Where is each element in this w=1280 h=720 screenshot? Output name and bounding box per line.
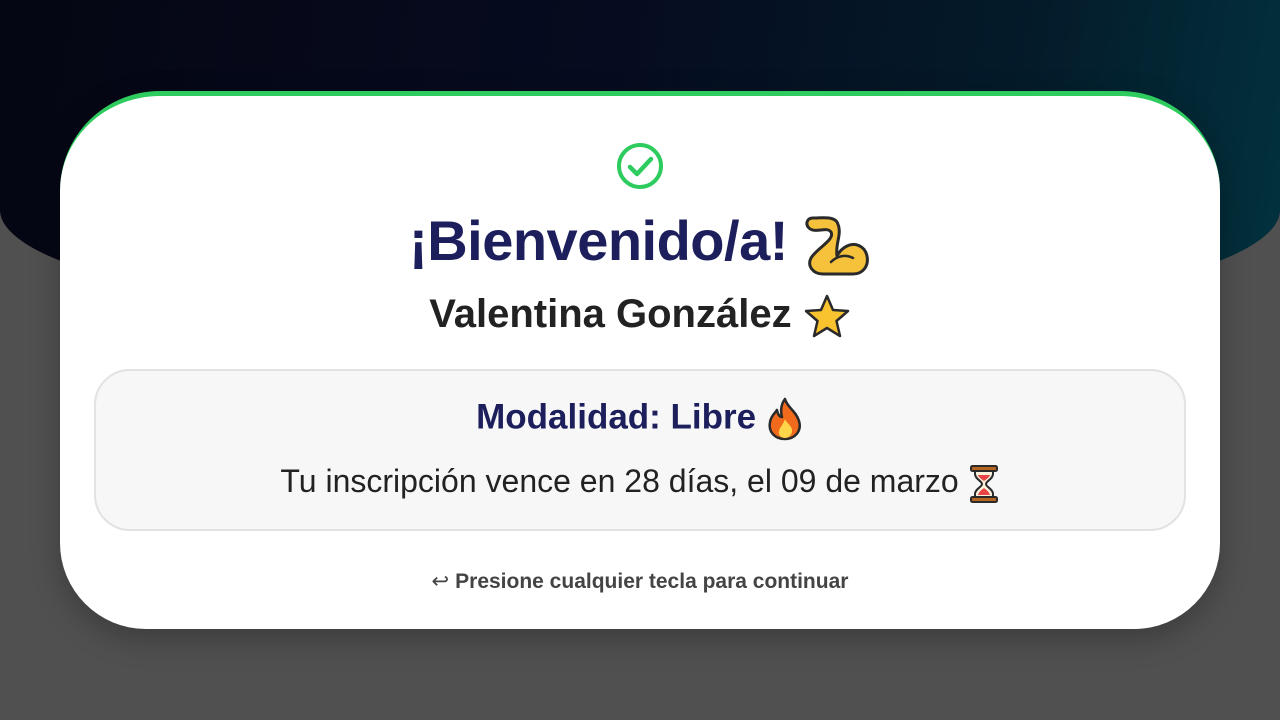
user-name: Valentina González xyxy=(429,292,792,336)
continue-hint-text: Presione cualquier tecla para continuar xyxy=(455,570,849,593)
enter-arrow-icon: ↩ xyxy=(431,570,450,593)
welcome-text: ¡Bienvenido/a! xyxy=(409,209,788,272)
welcome-title: ¡Bienvenido/a! xyxy=(60,208,1220,278)
user-name-row: Valentina González xyxy=(60,292,1220,339)
fire-icon xyxy=(768,397,801,441)
modalidad-text: Modalidad: Libre xyxy=(476,397,757,437)
welcome-card: ¡Bienvenido/a! Valentina González Modali… xyxy=(60,91,1220,629)
continue-hint: ↩ Presione cualquier tecla para continuar xyxy=(60,569,1220,594)
modalidad-row: Modalidad: Libre xyxy=(96,397,1184,441)
membership-info-box: Modalidad: Libre Tu inscripción vence en… xyxy=(94,369,1186,531)
flexed-biceps-icon xyxy=(805,216,869,276)
star-icon xyxy=(804,295,849,338)
expiry-row: Tu inscripción vence en 28 días, el 09 d… xyxy=(96,463,1184,504)
check-circle-icon xyxy=(617,143,663,189)
hourglass-icon xyxy=(969,464,998,503)
expiry-text: Tu inscripción vence en 28 días, el 09 d… xyxy=(280,463,959,499)
